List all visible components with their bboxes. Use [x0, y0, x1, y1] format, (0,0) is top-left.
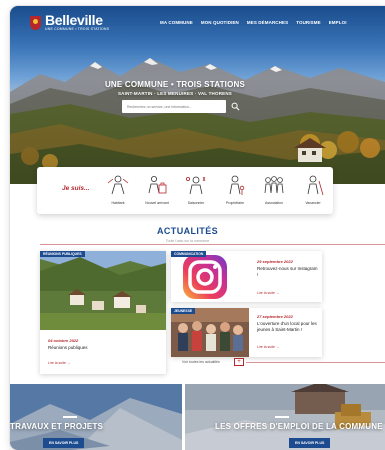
nav-item-mon-quotidien[interactable]: MON QUOTIDIEN: [201, 20, 239, 25]
news-tag: COMMUNICATION: [171, 251, 207, 257]
nav-item-mes-demarches[interactable]: MES DÉMARCHES: [247, 20, 288, 25]
brand-name: Belleville: [45, 12, 103, 28]
banner-title: LES OFFRES D'EMPLOI DE LA COMMUNE: [215, 422, 383, 431]
banner-emploi[interactable]: LES OFFRES D'EMPLOI DE LA COMMUNE EN SAV…: [185, 384, 385, 450]
hero-banner: Belleville UNE COMMUNE • TROIS STATIONS …: [10, 6, 385, 184]
brand-tagline: UNE COMMUNE • TROIS STATIONS: [45, 27, 110, 31]
read-more-link[interactable]: Lire la suite →: [257, 345, 279, 349]
banner-travaux[interactable]: TRAVAUX ET PROJETS EN SAVOIR PLUS: [10, 384, 182, 450]
persona-label: Vacancier: [305, 201, 321, 205]
site-logo[interactable]: Belleville UNE COMMUNE • TROIS STATIONS: [30, 12, 110, 31]
news-card-instagram[interactable]: COMMUNICATION 29 septembre 2022 Retrouve…: [171, 251, 322, 302]
persona-label: Nouvel arrivant: [145, 201, 169, 205]
persona-association[interactable]: Association: [256, 173, 292, 205]
news-tag: RÉUNIONS PUBLIQUES: [40, 251, 85, 257]
persona-habitant[interactable]: Habitant: [100, 173, 136, 205]
news-text: Réunions publiques: [48, 345, 88, 350]
crest-icon: [30, 15, 41, 30]
read-more-link[interactable]: Lire la suite →: [48, 361, 70, 365]
instagram-icon: [183, 255, 227, 299]
banner-dash: [63, 416, 77, 418]
association-icon: [264, 176, 284, 194]
persona-label: Saisonnier: [187, 201, 205, 205]
banner-more-button[interactable]: EN SAVOIR PLUS: [289, 438, 331, 448]
persona-label: Propriétaire: [225, 201, 245, 205]
news-image-instagram: [171, 251, 233, 302]
news-date: 04 octobre 2022: [48, 338, 79, 343]
news-text: Retrouvez-nous sur Instagram !: [257, 266, 318, 277]
persona-proprietaire[interactable]: Propriétaire: [217, 173, 253, 205]
nav-item-ma-commune[interactable]: MA COMMUNE: [160, 20, 193, 25]
browser-frame: Belleville UNE COMMUNE • TROIS STATIONS …: [10, 6, 385, 450]
section-divider: [246, 362, 385, 363]
news-title: ACTUALITÉS: [157, 226, 218, 236]
nouvel-arrivant-icon: [148, 176, 167, 194]
main-nav: MA COMMUNE MON QUOTIDIEN MES DÉMARCHES T…: [160, 20, 347, 25]
nav-item-tourisme[interactable]: TOURISME: [296, 20, 320, 25]
persona-label: Habitant: [111, 201, 125, 205]
banner-dash: [275, 416, 289, 418]
read-more-link[interactable]: Lire la suite →: [257, 291, 279, 295]
persona-label: Association: [265, 201, 283, 205]
news-image-youth-group: [171, 308, 249, 357]
banner-title: TRAVAUX ET PROJETS: [10, 422, 104, 431]
news-date: 27 septembre 2022: [257, 314, 293, 319]
top-bar: Belleville UNE COMMUNE • TROIS STATIONS …: [10, 6, 385, 40]
news-text: L'ouverture d'un local pour les jeunes à…: [257, 321, 317, 332]
proprietaire-icon: [229, 175, 245, 195]
hero-subtitle: SAINT-MARTIN · LES MENUIRES · VAL THOREN…: [117, 91, 233, 96]
banner-more-button[interactable]: EN SAVOIR PLUS: [43, 438, 85, 448]
all-news-link[interactable]: Voir toutes les actualités: [182, 360, 220, 364]
vacancier-icon: [307, 175, 324, 196]
habitant-icon: [107, 175, 129, 195]
persona-saisonnier[interactable]: Saisonnier: [178, 173, 214, 205]
nav-item-emploi[interactable]: EMPLOI: [329, 20, 347, 25]
chalet-image: [294, 138, 326, 162]
all-news-plus-button[interactable]: +: [234, 358, 244, 366]
news-tag: JEUNESSE: [171, 308, 196, 314]
persona-vacancier[interactable]: Vacancier: [295, 173, 331, 205]
news-date: 29 septembre 2022: [257, 259, 293, 264]
banner-image-snow-mountains: [10, 384, 182, 450]
hero-title: UNE COMMUNE • TROIS STATIONS: [104, 80, 246, 89]
search-icon[interactable]: [231, 102, 240, 111]
saisonnier-icon: [186, 176, 206, 195]
news-card-jeunesse[interactable]: JEUNESSE 27 septembre 2022 L'ouverture d…: [171, 308, 322, 357]
persona-nouvel-arrivant[interactable]: Nouvel arrivant: [139, 173, 175, 205]
je-suis-label: Je suis...: [62, 185, 90, 192]
news-card-reunions[interactable]: RÉUNIONS PUBLIQUES 04 octobre 2022 Réuni…: [40, 251, 166, 374]
news-subtitle: Toute l'actu sur la commune: [165, 239, 210, 243]
search-input[interactable]: [122, 100, 226, 113]
section-divider: [40, 244, 385, 245]
news-image-village: [40, 251, 166, 330]
je-suis-bar: Je suis... Habitant Nouvel arrivant Sais…: [37, 167, 333, 214]
